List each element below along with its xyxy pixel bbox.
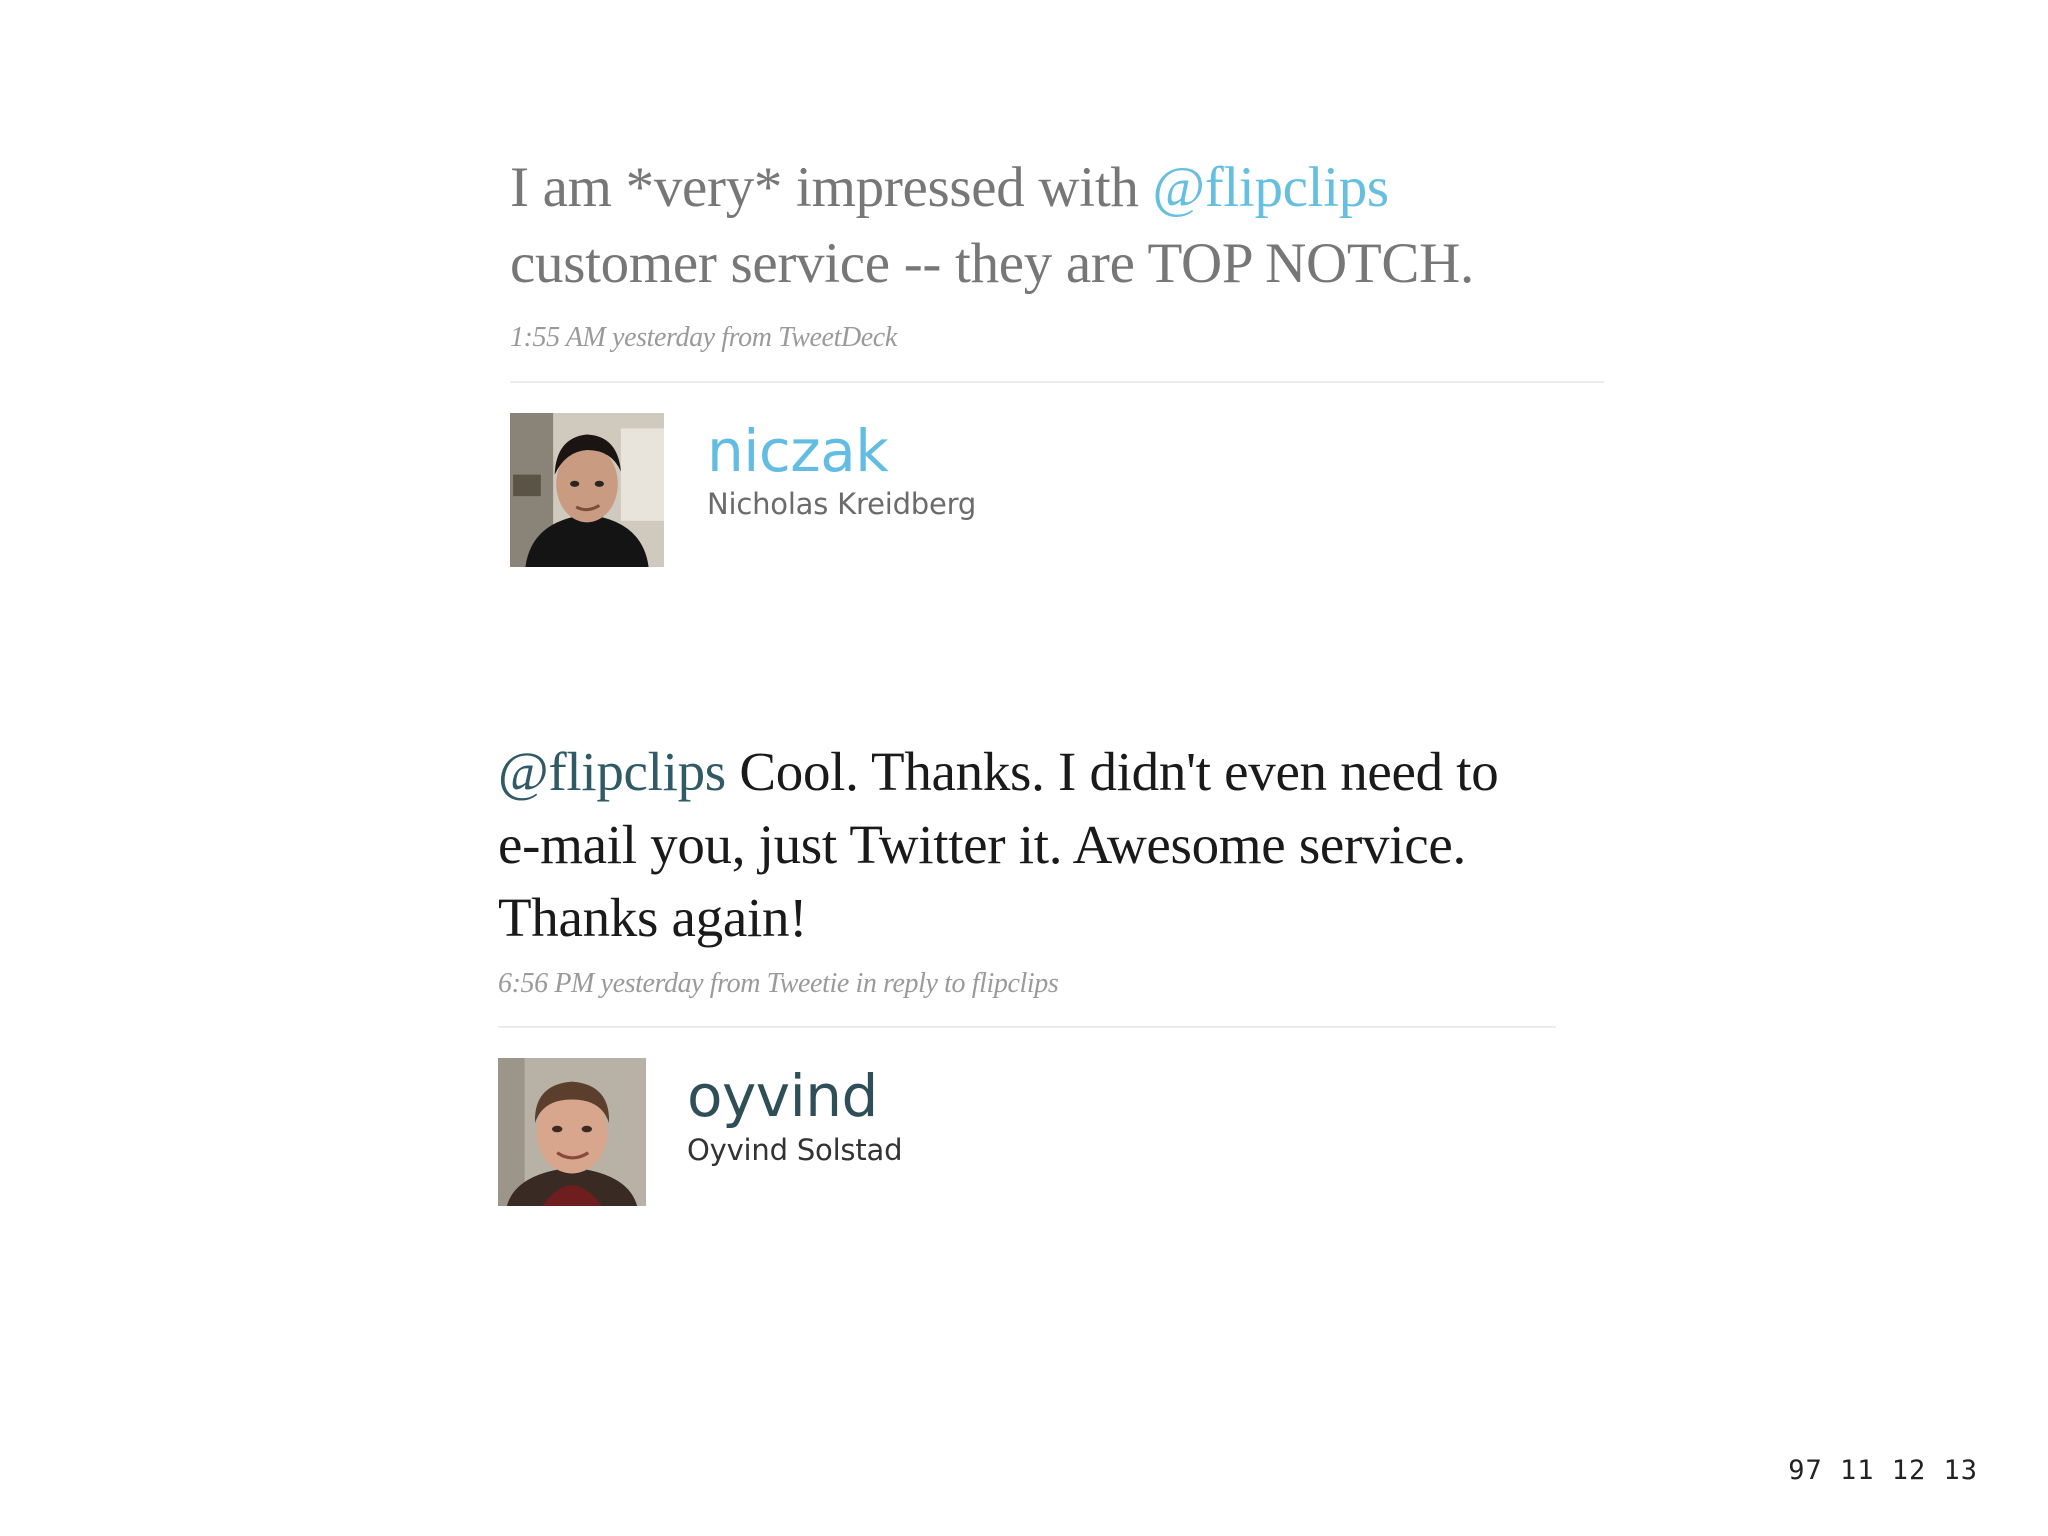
tweet-text-start: I am *very* impressed with — [510, 156, 1153, 219]
author-names: oyvind Oyvind Solstad — [687, 1058, 902, 1167]
tweet-meta: 6:56 PM yesterday from Tweetie in reply … — [498, 968, 1059, 1000]
avatar[interactable] — [498, 1058, 646, 1207]
tweet-meta: 1:55 AM yesterday from TweetDeck — [510, 321, 897, 353]
divider — [498, 1026, 1556, 1029]
mention-link[interactable]: @flipclips — [498, 741, 726, 802]
avatar[interactable] — [510, 412, 664, 567]
full-name: Nicholas Kreidberg — [707, 487, 977, 522]
slide-number: 97 11 12 13 — [1788, 1455, 1978, 1486]
author-names: niczak Nicholas Kreidberg — [707, 413, 977, 522]
screen-name-link[interactable]: oyvind — [687, 1066, 902, 1127]
tweet-card: @flipclips Cool. Thanks. I didn't even n… — [498, 735, 1558, 1207]
divider — [510, 380, 1604, 383]
tweet-card: I am *very* impressed with @flipclips cu… — [510, 150, 1610, 567]
mention-link[interactable]: @flipclips — [1153, 156, 1390, 219]
tweet-author: oyvind Oyvind Solstad — [498, 1058, 1558, 1207]
screen-name-link[interactable]: niczak — [707, 420, 976, 482]
tweet-text: I am *very* impressed with @flipclips cu… — [510, 150, 1600, 302]
tweet-text-end: customer service -- they are TOP NOTCH. — [510, 231, 1474, 295]
full-name: Oyvind Solstad — [687, 1133, 903, 1168]
user-photo-icon — [498, 1058, 646, 1207]
tweet-author: niczak Nicholas Kreidberg — [510, 412, 1610, 567]
user-photo-icon — [510, 412, 664, 567]
tweet-text: @flipclips Cool. Thanks. I didn't even n… — [498, 735, 1538, 954]
